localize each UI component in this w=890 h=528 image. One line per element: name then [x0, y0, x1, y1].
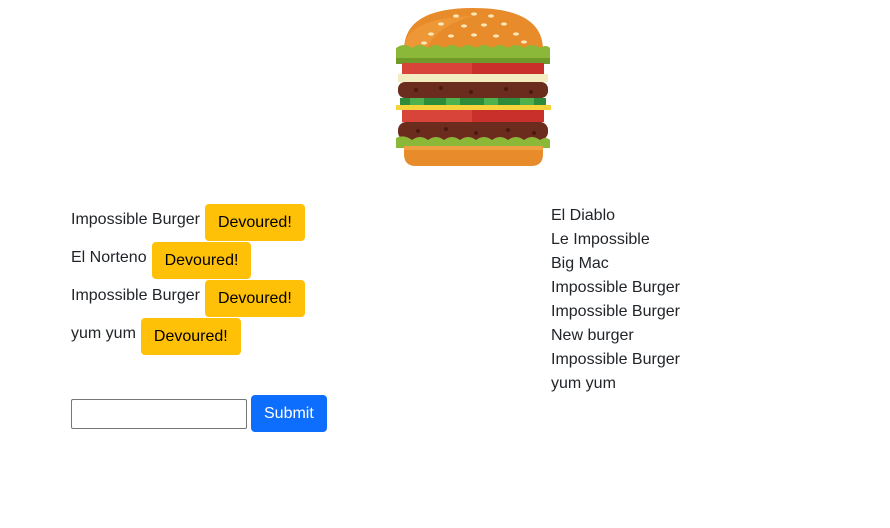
devour-button[interactable]: Devoured!: [151, 241, 252, 279]
devour-button[interactable]: Devoured!: [204, 203, 305, 241]
list-item: Le Impossible: [551, 231, 650, 248]
hamburger-logo: [396, 6, 551, 166]
list-item: yum yum: [551, 375, 616, 392]
list-item: Impossible Burger Devoured!: [71, 203, 491, 241]
burger-name: Impossible Burger: [71, 211, 200, 228]
list-item: Big Mac: [551, 255, 609, 272]
list-item: Impossible Burger Devoured!: [71, 279, 491, 317]
burger-name: El Norteno: [71, 249, 147, 266]
devour-button[interactable]: Devoured!: [140, 317, 241, 355]
hamburger-logo-icon: [396, 8, 551, 166]
list-item: New burger: [551, 327, 634, 344]
burger-name: Impossible Burger: [71, 287, 200, 304]
burger-name: yum yum: [71, 325, 136, 342]
list-item: Impossible Burger: [551, 279, 680, 296]
devoured-burger-list: El Diablo Le Impossible Big Mac Impossib…: [551, 204, 851, 396]
submit-button[interactable]: Submit: [251, 395, 327, 432]
list-item: El Norteno Devoured!: [71, 241, 491, 279]
list-item: yum yum Devoured!: [71, 317, 491, 355]
burger-name-input[interactable]: [71, 398, 247, 429]
list-item: El Diablo: [551, 207, 616, 224]
list-item: Impossible Burger: [551, 351, 680, 368]
uneaten-burger-list: Impossible Burger Devoured! El Norteno D…: [71, 203, 491, 355]
add-burger-form: Submit: [71, 395, 327, 432]
devour-button[interactable]: Devoured!: [204, 279, 305, 317]
list-item: Impossible Burger: [551, 303, 680, 320]
